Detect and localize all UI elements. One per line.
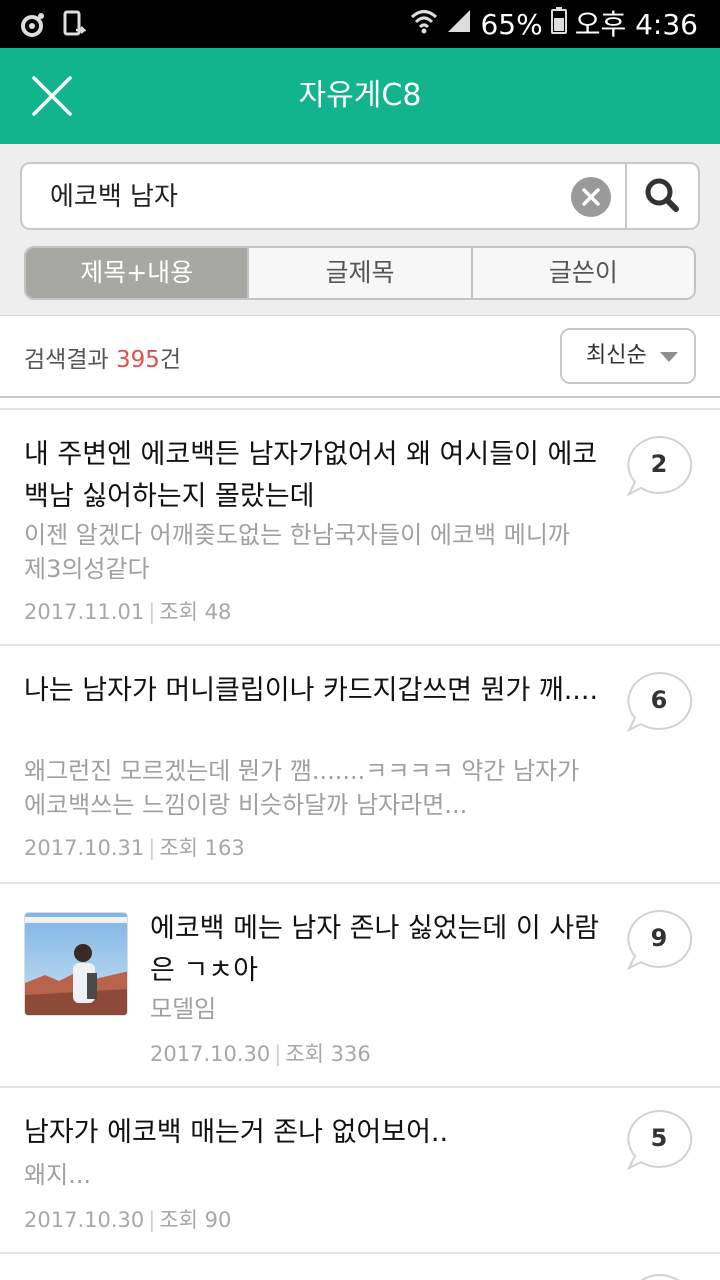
views-label: 조회	[159, 836, 198, 860]
battery-percent: 65%	[480, 7, 543, 41]
post-preview: 왜지...	[24, 1161, 92, 1189]
post-title: 내 주변엔 에코백든 남자가없어서 왜 여시들이 에코백남 싫어하는지 몰랐는데	[24, 439, 598, 512]
clock: 오후 4:36	[574, 7, 698, 41]
post-title: 남자가 에코백 매는거 존나 없어보어..	[24, 1117, 449, 1148]
comment-count: 2	[650, 450, 668, 478]
status-bar: 65% 오후 4:36	[0, 0, 720, 48]
views-label: 조회	[159, 600, 198, 624]
comment-count: 6	[650, 686, 668, 714]
result-header: 검색결과 395건 최신순	[0, 316, 720, 398]
post-title: 에코백 메는 남자 존나 싫었는데 이 사람은 ㄱㅊ아	[150, 913, 599, 986]
clear-search-button[interactable]	[571, 177, 611, 217]
app-bar: 자유게C8	[0, 48, 720, 144]
post-views: 163	[204, 836, 245, 860]
search-area: 에코백 남자 제목+내용 글제목 글쓴이	[0, 144, 720, 316]
post-views: 336	[330, 1042, 371, 1066]
wifi-icon	[410, 7, 438, 43]
notification-icon	[20, 11, 46, 41]
comment-count-badge: 2	[623, 434, 695, 506]
post-meta: 2017.11.01 | 조회 48	[24, 600, 232, 624]
comment-count-badge: 6	[623, 670, 695, 742]
post-date: 2017.10.30	[24, 1208, 145, 1232]
tab-title-content[interactable]: 제목+내용	[26, 248, 248, 298]
speech-bubble-icon	[640, 1273, 680, 1280]
search-icon	[645, 178, 679, 212]
comment-count-badge	[623, 1272, 695, 1280]
tab-author[interactable]: 글쓴이	[470, 248, 694, 298]
post-date: 2017.10.30	[150, 1042, 271, 1066]
post-date: 2017.11.01	[24, 600, 145, 624]
comment-count-badge: 9	[623, 908, 695, 980]
search-button[interactable]	[625, 162, 700, 230]
post-views: 48	[204, 600, 232, 624]
result-label: 검색결과	[24, 347, 109, 373]
close-icon	[32, 76, 72, 116]
search-scope-tabs: 제목+내용 글제목 글쓴이	[24, 246, 696, 300]
post-date: 2017.10.31	[24, 836, 145, 860]
screen-rotate-icon	[62, 10, 88, 42]
list-item[interactable]: 나는 남자가 머니클립이나 카드지갑쓰면 뭔가 깨.... 왜그런진 모르겠는데…	[0, 646, 720, 884]
post-meta: 2017.10.30 | 조회 90	[24, 1208, 232, 1232]
result-count: 검색결과 395건	[24, 340, 181, 374]
search-input[interactable]: 에코백 남자	[20, 162, 625, 230]
sort-dropdown[interactable]: 최신순	[560, 328, 696, 384]
signal-icon	[446, 7, 472, 43]
views-label: 조회	[159, 1208, 198, 1232]
result-number: 395	[115, 347, 160, 373]
comment-count: 5	[650, 1124, 668, 1152]
close-button[interactable]	[24, 68, 80, 124]
clear-icon	[582, 188, 600, 206]
views-label: 조회	[285, 1042, 324, 1066]
comment-count: 9	[650, 924, 668, 952]
board-title: 자유게C8	[298, 78, 422, 113]
result-unit: 건	[159, 347, 182, 373]
sort-label: 최신순	[586, 343, 647, 368]
post-meta: 2017.10.30 | 조회 336	[150, 1042, 371, 1066]
comment-count-badge: 5	[623, 1108, 695, 1180]
post-views: 90	[204, 1208, 232, 1232]
post-preview: 왜그런진 모르겠는데 뭔가 깸.......ㅋㅋㅋㅋ 약간 남자가 에코백쓰는 …	[24, 757, 580, 819]
tab-title[interactable]: 글제목	[247, 248, 471, 298]
post-thumbnail	[24, 912, 128, 1016]
chevron-down-icon	[660, 352, 678, 362]
search-query: 에코백 남자	[50, 182, 178, 212]
list-item[interactable]: 남자가 에코백 매는거 존나 없어보어.. 왜지... 2017.10.30 | 조…	[0, 1088, 720, 1254]
battery-icon	[550, 6, 567, 43]
post-title: 나는 남자가 머니클립이나 카드지갑쓰면 뭔가 깨....	[24, 675, 599, 706]
post-meta: 2017.10.31 | 조회 163	[24, 836, 245, 860]
list-item[interactable]: 내 주변엔 에코백든 남자가없어서 왜 여시들이 에코백남 싫어하는지 몰랐는데…	[0, 410, 720, 646]
post-preview: 모델임	[150, 995, 217, 1023]
list-item[interactable]: 에코백 메는 남자 존나 싫었는데 이 사람은 ㄱㅊ아 모델임 2017.10.…	[0, 884, 720, 1088]
post-preview: 이젠 알겠다 어깨좆도없는 한남국자들이 에코백 메니까 제3의성같다	[24, 521, 570, 583]
